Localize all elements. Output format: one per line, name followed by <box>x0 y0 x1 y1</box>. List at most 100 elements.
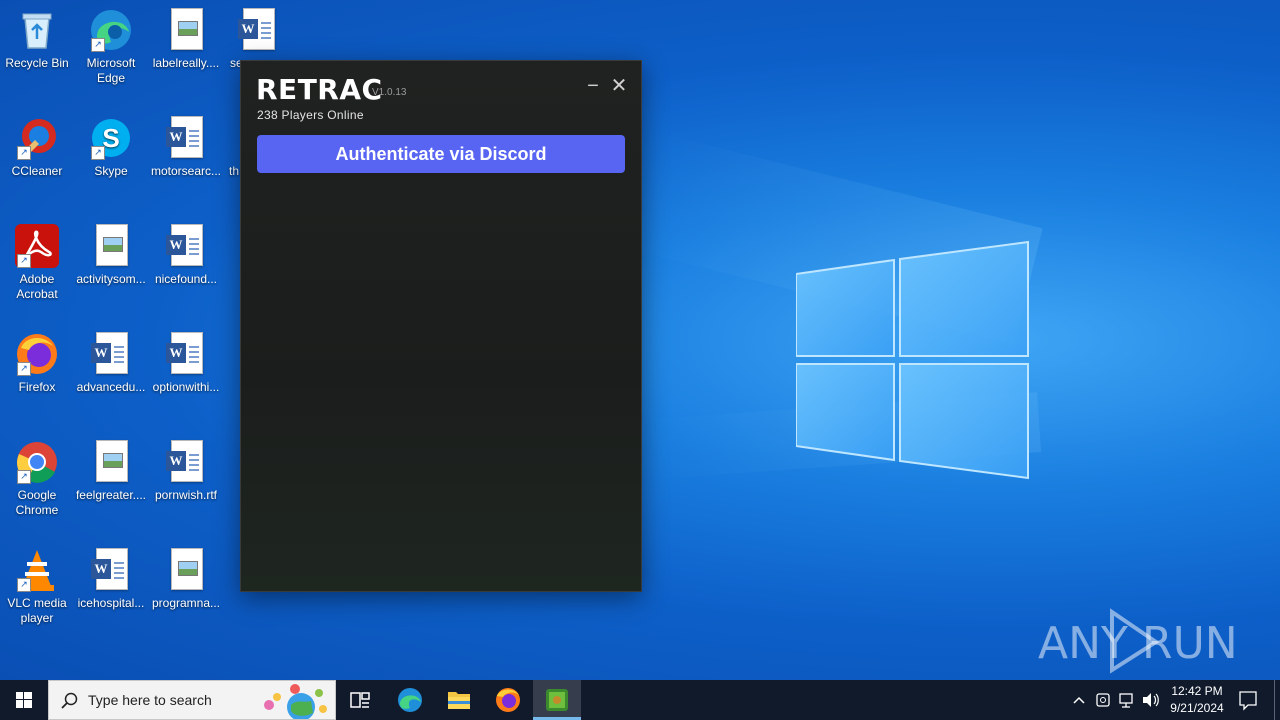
network-icon <box>1119 693 1133 708</box>
desktop-icon-label: Firefox <box>18 380 56 394</box>
shortcut-arrow-icon: ↗ <box>17 578 31 592</box>
retrac-app-icon <box>546 689 568 711</box>
meet-now-icon <box>1096 693 1110 707</box>
search-icon <box>61 692 78 709</box>
word-document-icon: W <box>164 440 208 484</box>
desktop-icon-label: pornwish.rtf <box>154 488 218 502</box>
desktop-icon-programna[interactable]: programna... <box>149 548 223 611</box>
show-desktop-button[interactable] <box>1274 680 1280 720</box>
network-button[interactable] <box>1116 680 1138 720</box>
desktop-icon-label: labelreally.... <box>152 56 220 70</box>
image-file-icon <box>164 548 208 592</box>
notification-icon <box>1239 691 1257 711</box>
folder-icon <box>448 692 470 709</box>
word-document-icon: W <box>164 224 208 268</box>
desktop-icon-firefox[interactable]: ↗ Firefox <box>0 332 74 395</box>
taskbar: Type here to search 12:42 PM 9/21/2024 <box>0 680 1280 720</box>
taskbar-search-box[interactable]: Type here to search <box>48 680 336 720</box>
desktop-icon-advancedu[interactable]: W advancedu... <box>74 332 148 395</box>
shortcut-arrow-icon: ↗ <box>17 470 31 484</box>
shortcut-arrow-icon: ↗ <box>17 254 31 268</box>
start-button[interactable] <box>0 680 48 720</box>
desktop-icon-ccleaner[interactable]: ↗ CCleaner <box>0 116 74 179</box>
taskbar-edge-button[interactable] <box>386 680 434 720</box>
desktop-icon-label: feelgreater.... <box>75 488 147 502</box>
desktop-icon-label: Recycle Bin <box>5 56 69 70</box>
taskbar-firefox-button[interactable] <box>484 680 532 720</box>
players-online-count: 238 Players Online <box>257 108 364 122</box>
image-file-icon <box>89 440 133 484</box>
task-view-icon <box>350 692 370 708</box>
search-highlight-illustration-icon <box>264 684 327 719</box>
volume-button[interactable] <box>1140 680 1162 720</box>
desktop-icon-microsoft-edge[interactable]: ↗ Microsoft Edge <box>74 8 148 86</box>
retrac-launcher-window: RETRAC V1.0.13 238 Players Online − ✕ Au… <box>240 60 642 592</box>
edge-icon <box>398 688 422 712</box>
desktop-icon-activitysom[interactable]: activitysom... <box>74 224 148 287</box>
firefox-icon <box>496 688 520 712</box>
word-document-icon: W <box>89 548 133 592</box>
desktop-icon-label: Skype <box>94 164 128 178</box>
desktop-icon-icehospital[interactable]: W icehospital... <box>74 548 148 611</box>
taskbar-retrac-button[interactable] <box>533 680 581 720</box>
firefox-icon: ↗ <box>15 332 59 376</box>
taskbar-file-explorer-button[interactable] <box>435 680 483 720</box>
action-center-button[interactable] <box>1236 680 1260 720</box>
desktop-icon-recycle-bin[interactable]: Recycle Bin <box>0 8 74 71</box>
adobe-acrobat-icon: ↗ <box>15 224 59 268</box>
desktop-icon-label: VLC media player <box>7 596 67 625</box>
desktop-icon-label: Microsoft Edge <box>86 56 136 85</box>
desktop-icon-adobe-acrobat[interactable]: ↗ Adobe Acrobat <box>0 224 74 302</box>
desktop-icon-label: icehospital... <box>77 596 145 610</box>
desktop-icon-nicefound[interactable]: W nicefound... <box>149 224 223 287</box>
search-placeholder: Type here to search <box>88 692 212 708</box>
windows-start-icon <box>16 692 32 708</box>
desktop-icon-feelgreater[interactable]: feelgreater.... <box>74 440 148 503</box>
word-document-icon: W <box>236 8 280 52</box>
desktop-icon-pornwish[interactable]: W pornwish.rtf <box>149 440 223 503</box>
recycle-bin-icon <box>15 8 59 52</box>
shortcut-arrow-icon: ↗ <box>91 146 105 160</box>
chevron-up-icon <box>1073 696 1085 704</box>
desktop-icon-motorsearc[interactable]: W motorsearc... <box>149 116 223 179</box>
close-button[interactable]: ✕ <box>608 75 630 97</box>
desktop-icon-label: Adobe Acrobat <box>16 272 58 301</box>
vlc-cone-icon: ↗ <box>15 548 59 592</box>
clock-date: 9/21/2024 <box>1170 701 1224 715</box>
desktop-icon-vlc[interactable]: ↗ VLC media player <box>0 548 74 626</box>
edge-icon: ↗ <box>89 8 133 52</box>
desktop-icon-google-chrome[interactable]: ↗ Google Chrome <box>0 440 74 518</box>
word-document-icon: W <box>89 332 133 376</box>
desktop-icon-label: optionwithi... <box>152 380 220 394</box>
image-file-icon <box>164 8 208 52</box>
desktop-icon-label: CCleaner <box>11 164 63 178</box>
desktop-icon-label: Google Chrome <box>15 488 59 517</box>
desktop-icon-label: activitysom... <box>76 272 146 286</box>
taskbar-clock[interactable]: 12:42 PM 9/21/2024 <box>1160 683 1234 717</box>
shortcut-arrow-icon: ↗ <box>17 362 31 376</box>
shortcut-arrow-icon: ↗ <box>91 38 105 52</box>
app-version: V1.0.13 <box>372 87 407 98</box>
show-hidden-icons-button[interactable] <box>1068 680 1090 720</box>
skype-icon: S ↗ <box>89 116 133 160</box>
shortcut-arrow-icon: ↗ <box>17 146 31 160</box>
word-document-icon: W <box>164 332 208 376</box>
tray-app-icon[interactable] <box>1092 680 1114 720</box>
word-document-icon: W <box>164 116 208 160</box>
desktop-icon-label: motorsearc... <box>150 164 222 178</box>
svg-text:ANY: ANY <box>1038 618 1128 669</box>
minimize-button[interactable]: − <box>582 75 604 97</box>
task-view-button[interactable] <box>336 680 384 720</box>
chrome-icon: ↗ <box>15 440 59 484</box>
clock-time: 12:42 PM <box>1171 684 1223 698</box>
image-file-icon <box>89 224 133 268</box>
desktop-icon-optionwithi[interactable]: W optionwithi... <box>149 332 223 395</box>
desktop-icon-label: advancedu... <box>76 380 146 394</box>
authenticate-discord-button[interactable]: Authenticate via Discord <box>257 135 625 173</box>
desktop-icon-skype[interactable]: S ↗ Skype <box>74 116 148 179</box>
anyrun-watermark: ANY RUN <box>1038 606 1238 676</box>
windows-logo <box>796 240 1029 480</box>
app-title: RETRAC <box>256 73 383 106</box>
desktop-icon-labelreally[interactable]: labelreally.... <box>149 8 223 71</box>
speaker-icon <box>1143 693 1159 707</box>
